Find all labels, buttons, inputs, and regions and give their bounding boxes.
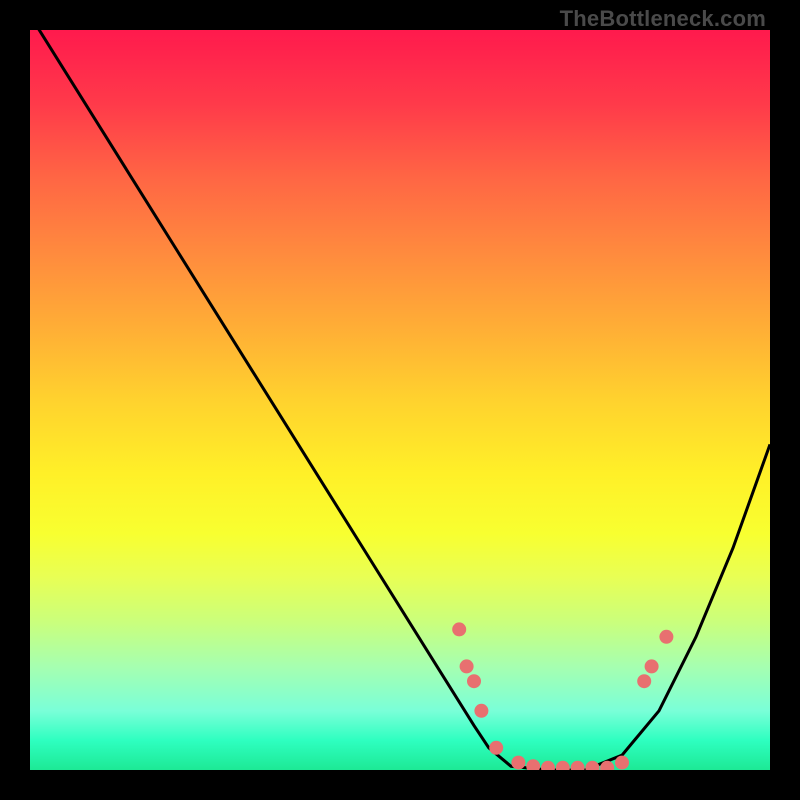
data-marker — [645, 659, 659, 673]
data-marker — [541, 761, 555, 770]
chart-svg — [30, 30, 770, 770]
data-marker — [474, 704, 488, 718]
markers-group — [452, 622, 673, 770]
data-marker — [659, 630, 673, 644]
data-marker — [526, 759, 540, 770]
data-marker — [511, 756, 525, 770]
data-marker — [452, 622, 466, 636]
watermark-text: TheBottleneck.com — [560, 6, 766, 32]
data-marker — [556, 761, 570, 770]
data-marker — [585, 761, 599, 770]
data-marker — [615, 756, 629, 770]
curve-path-group — [30, 30, 770, 770]
data-marker — [467, 674, 481, 688]
data-marker — [489, 741, 503, 755]
main-curve-line — [30, 30, 770, 770]
chart-frame — [30, 30, 770, 770]
data-marker — [460, 659, 474, 673]
data-marker — [571, 761, 585, 770]
data-marker — [637, 674, 651, 688]
plot-area — [30, 30, 770, 770]
